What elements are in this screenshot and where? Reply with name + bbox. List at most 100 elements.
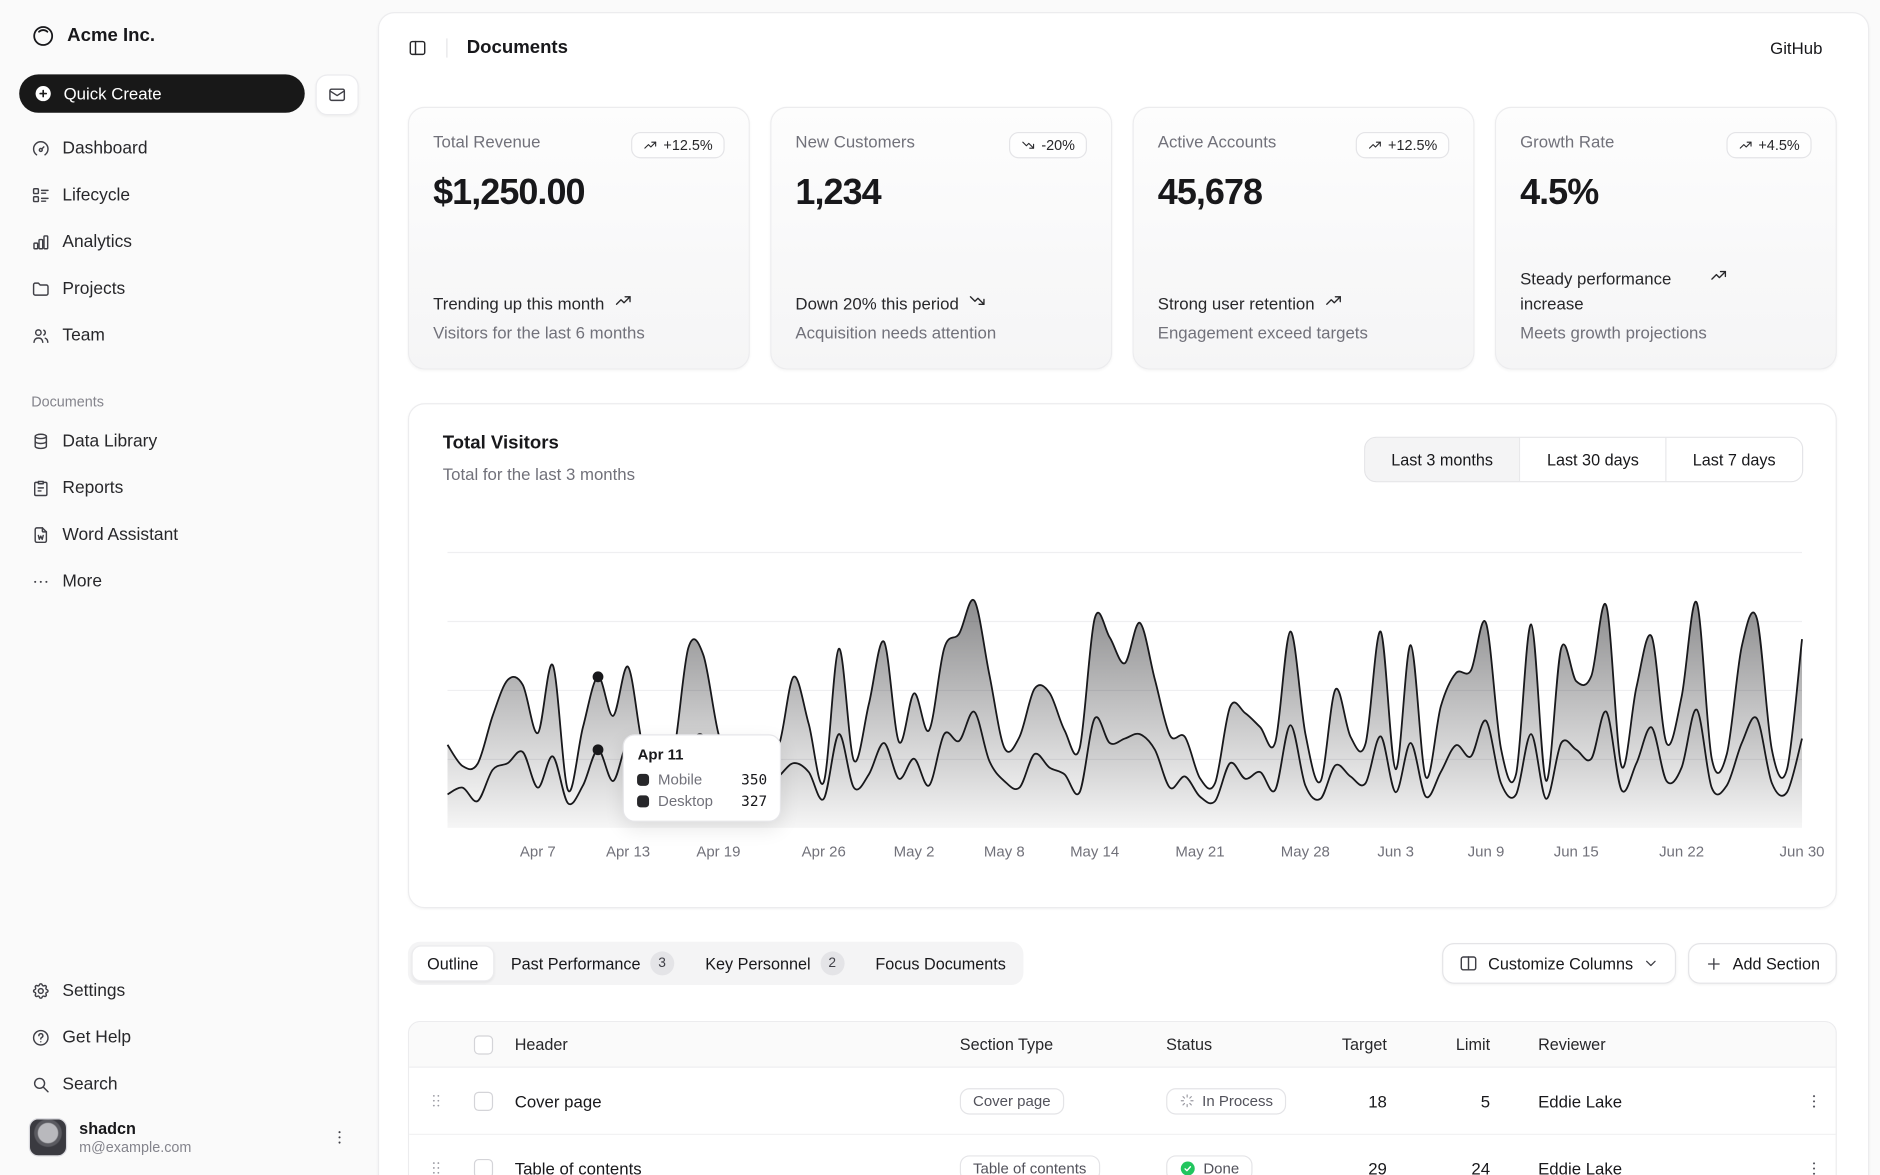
range-option-last-3-months[interactable]: Last 3 months (1365, 438, 1520, 481)
sidebar-toggle-button[interactable] (408, 38, 427, 57)
sidebar-item-settings[interactable]: Settings (19, 972, 359, 1010)
cell-section-type: Cover page (950, 1088, 1156, 1114)
cell-header[interactable]: Cover page (505, 1091, 950, 1110)
stat-footer-title: Strong user retention (1158, 291, 1450, 315)
trend-badge: +12.5% (1356, 132, 1450, 158)
cell-reviewer[interactable]: Eddie Lake (1500, 1158, 1788, 1175)
sidebar-item-word-assistant[interactable]: Word Assistant (19, 516, 359, 554)
stat-value: $1,250.00 (433, 173, 725, 214)
svg-text:May 2: May 2 (894, 844, 935, 861)
sidebar-item-data-library[interactable]: Data Library (19, 422, 359, 460)
sidebar-item-projects[interactable]: Projects (19, 270, 359, 308)
tab-past-performance[interactable]: Past Performance3 (496, 945, 688, 981)
stat-value: 4.5% (1520, 173, 1812, 214)
add-section-button[interactable]: Add Section (1688, 943, 1837, 984)
range-option-last-7-days[interactable]: Last 7 days (1665, 438, 1802, 481)
stat-card: Total Revenue+12.5%$1,250.00Trending up … (408, 107, 750, 370)
sidebar-item-dashboard[interactable]: Dashboard (19, 130, 359, 168)
org-switcher[interactable]: Acme Inc. (19, 14, 359, 57)
add-section-label: Add Section (1733, 954, 1820, 972)
divider (446, 38, 447, 57)
trending-up-icon (1710, 267, 1728, 285)
dashboard-icon (31, 139, 50, 158)
col-limit: Limit (1397, 1035, 1500, 1053)
stat-label: Growth Rate (1520, 132, 1614, 151)
sidebar-item-label: Get Help (62, 1028, 131, 1047)
stat-footer-title: Trending up this month (433, 291, 725, 315)
status-badge: In Process (1166, 1088, 1286, 1114)
range-toggle-group: Last 3 monthsLast 30 daysLast 7 days (1364, 437, 1804, 483)
cell-reviewer[interactable]: Eddie Lake (1500, 1091, 1788, 1110)
row-checkbox[interactable] (474, 1091, 493, 1110)
svg-text:May 14: May 14 (1070, 844, 1119, 861)
tab-key-personnel[interactable]: Key Personnel2 (691, 945, 859, 981)
cell-target[interactable]: 18 (1325, 1091, 1397, 1110)
github-link[interactable]: GitHub (1770, 38, 1822, 57)
inbox-button[interactable] (316, 74, 359, 115)
sections-table: HeaderSection TypeStatusTargetLimitRevie… (408, 1021, 1837, 1175)
sidebar-item-label: Reports (62, 479, 123, 498)
svg-text:Jun 3: Jun 3 (1377, 844, 1414, 861)
tab-count-badge: 2 (820, 951, 844, 975)
mail-icon (328, 85, 347, 104)
cell-target[interactable]: 29 (1325, 1158, 1397, 1175)
sidebar-item-label: Settings (62, 981, 125, 1000)
sidebar-item-analytics[interactable]: Analytics (19, 223, 359, 261)
range-option-last-30-days[interactable]: Last 30 days (1519, 438, 1665, 481)
view-tabs: OutlinePast Performance3Key Personnel2Fo… (408, 942, 1024, 985)
customize-columns-button[interactable]: Customize Columns (1443, 943, 1677, 984)
columns-icon (1459, 954, 1478, 973)
select-all-checkbox[interactable] (474, 1035, 493, 1054)
sidebar-item-label: Dashboard (62, 139, 147, 158)
database-icon (31, 432, 50, 451)
drag-handle[interactable] (409, 1159, 462, 1175)
trend-badge: -20% (1009, 132, 1087, 158)
panel-left-icon (408, 38, 427, 57)
tab-outline[interactable]: Outline (412, 945, 495, 981)
row-checkbox[interactable] (474, 1158, 493, 1175)
sidebar-item-team[interactable]: Team (19, 317, 359, 355)
circle-check-icon (1179, 1160, 1196, 1175)
dots-vertical-icon[interactable] (330, 1128, 349, 1147)
sidebar-item-label: Lifecycle (62, 186, 130, 205)
sidebar-item-get-help[interactable]: Get Help (19, 1019, 359, 1057)
col-section-type: Section Type (950, 1035, 1156, 1053)
tab-count-badge: 3 (650, 951, 674, 975)
stat-footer-desc: Engagement exceed targets (1158, 323, 1450, 342)
svg-text:Apr 13: Apr 13 (606, 844, 650, 861)
file-word-icon (31, 525, 50, 544)
tab-focus-documents[interactable]: Focus Documents (861, 945, 1020, 981)
sidebar-item-search[interactable]: Search (19, 1065, 359, 1103)
row-menu-button[interactable] (1788, 1158, 1837, 1175)
svg-text:May 8: May 8 (984, 844, 1025, 861)
cell-status: Done (1157, 1155, 1325, 1175)
series-swatch (638, 774, 650, 786)
cell-limit[interactable]: 24 (1397, 1158, 1500, 1175)
trending-up-icon (1324, 291, 1342, 309)
row-menu-button[interactable] (1788, 1091, 1837, 1110)
svg-text:Jun 22: Jun 22 (1659, 844, 1704, 861)
trending-down-icon (968, 291, 986, 309)
sidebar-nav-documents: Data Library Reports Word Assistant More (19, 422, 359, 601)
drag-handle[interactable] (409, 1092, 462, 1110)
dots-icon (31, 572, 50, 591)
tooltip-title: Apr 11 (638, 746, 768, 763)
cell-header[interactable]: Table of contents (505, 1158, 950, 1175)
sidebar-nav-main: Dashboard Lifecycle Analytics Projects Team (19, 130, 359, 356)
sidebar-item-reports[interactable]: Reports (19, 469, 359, 507)
area-chart[interactable]: Apr 7Apr 13Apr 19Apr 26May 2May 8May 14M… (448, 552, 1803, 866)
sidebar-item-more[interactable]: More (19, 563, 359, 601)
user-menu[interactable]: shadcn m@example.com (19, 1111, 359, 1164)
sidebar-item-label: Search (62, 1075, 117, 1094)
table-row[interactable]: Table of contentsTable of contentsDone29… (409, 1135, 1836, 1175)
main-panel: Documents GitHub Total Revenue+12.5%$1,2… (378, 12, 1869, 1175)
avatar (29, 1118, 67, 1156)
sidebar-item-lifecycle[interactable]: Lifecycle (19, 176, 359, 214)
cell-limit[interactable]: 5 (1397, 1091, 1500, 1110)
svg-text:May 28: May 28 (1281, 844, 1330, 861)
svg-text:Jun 15: Jun 15 (1554, 844, 1599, 861)
quick-create-button[interactable]: Quick Create (19, 74, 305, 112)
svg-text:May 21: May 21 (1175, 844, 1224, 861)
table-row[interactable]: Cover pageCover page In Process 185Eddie L… (409, 1068, 1836, 1135)
trend-badge: +4.5% (1726, 132, 1812, 158)
